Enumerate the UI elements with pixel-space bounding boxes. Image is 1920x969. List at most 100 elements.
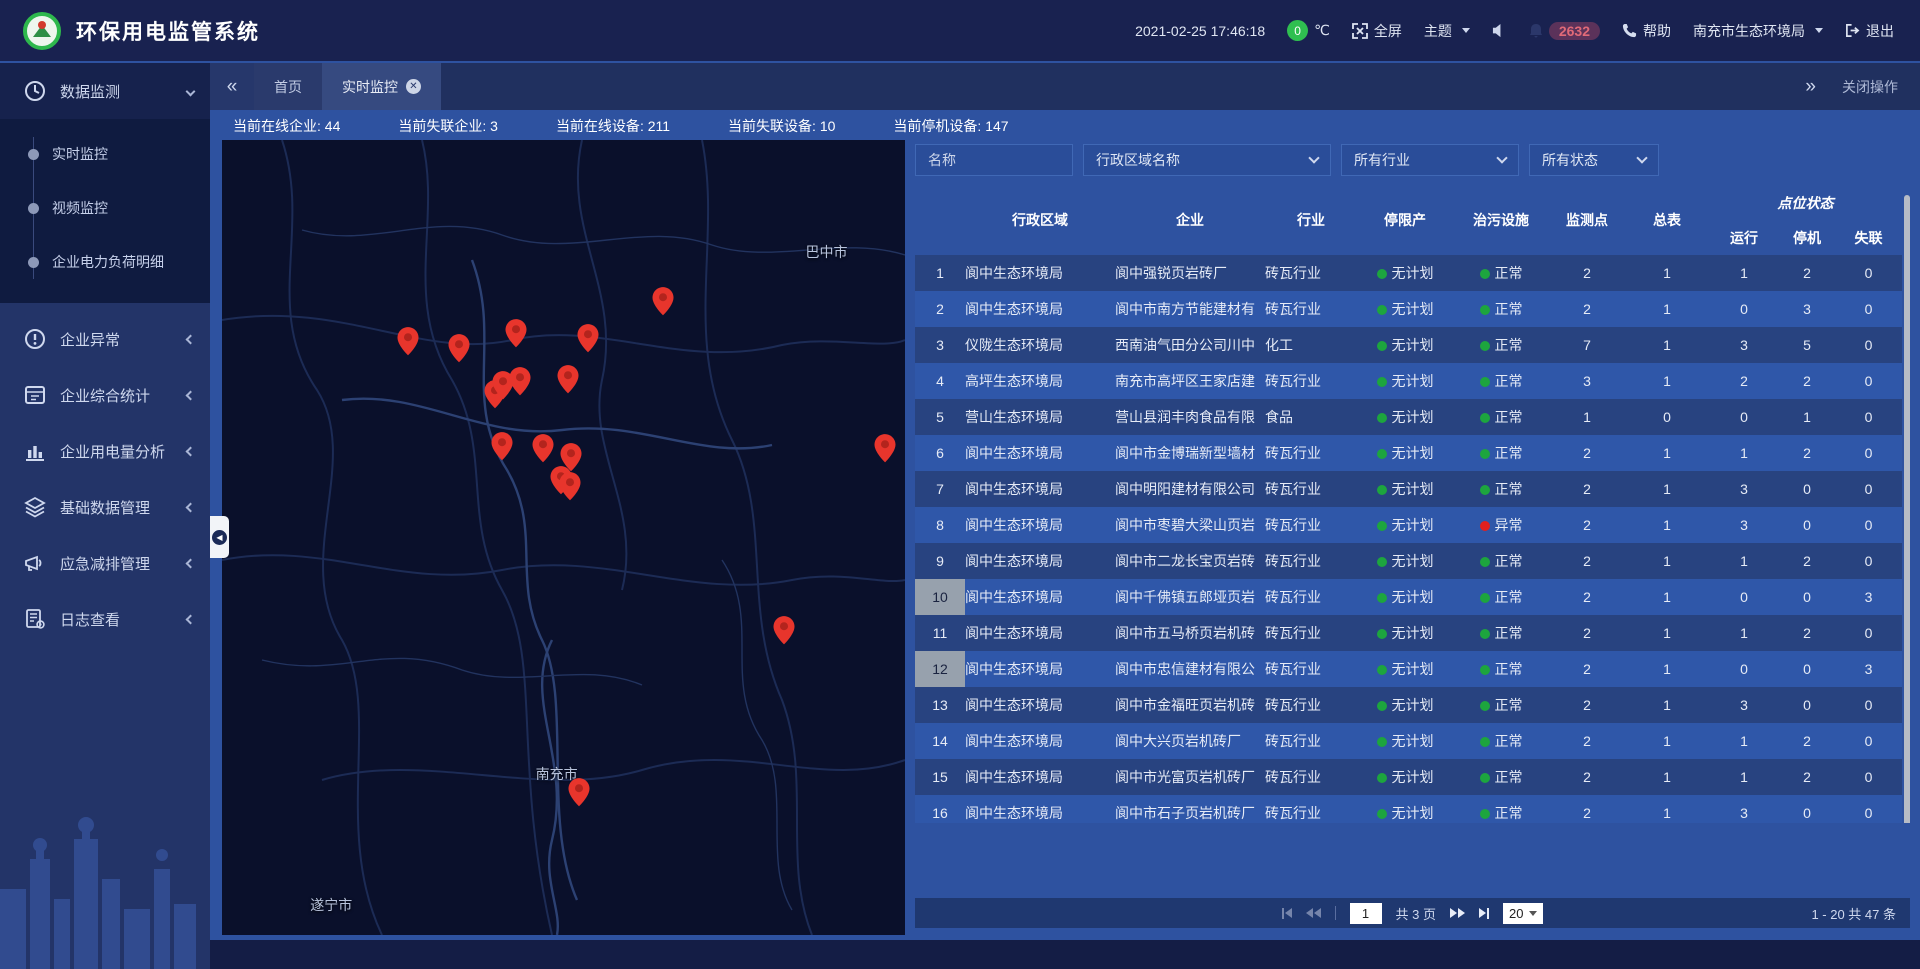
chevron-left-icon — [186, 446, 196, 456]
prev-page-button[interactable] — [1306, 908, 1321, 918]
cell-meter-count: 1 — [1625, 471, 1709, 507]
name-filter-input-box[interactable] — [915, 144, 1073, 176]
sidebar-item-base-data[interactable]: 基础数据管理 — [0, 479, 210, 535]
sidebar-collapse-handle[interactable]: ◀ — [210, 516, 229, 558]
stat-stopped-devices: 当前停机设备: 147 — [893, 116, 1008, 136]
tab-close-icon[interactable]: ✕ — [406, 79, 421, 94]
table-row[interactable]: 5营山生态环境局营山县润丰肉食品有限食品无计划正常10010 — [915, 399, 1902, 435]
company-location-pin[interactable] — [449, 334, 470, 363]
table-row[interactable]: 3仪陇生态环境局西南油气田分公司川中化工无计划正常71350 — [915, 327, 1902, 363]
status-dot-icon — [1480, 809, 1490, 819]
chevron-left-icon — [186, 334, 196, 344]
page-size-select[interactable]: 20 — [1503, 903, 1543, 924]
table-row[interactable]: 6阆中生态环境局阆中市金博瑞新型墙材砖瓦行业无计划正常21120 — [915, 435, 1902, 471]
cell-meter-count: 0 — [1625, 399, 1709, 435]
sidebar-item-enterprise-statistics[interactable]: 企业综合统计 — [0, 367, 210, 423]
cell-company: 阆中强锐页岩砖厂 — [1115, 255, 1265, 291]
sidebar-item-enterprise-abnormal[interactable]: 企业异常 — [0, 311, 210, 367]
org-dropdown[interactable]: 南充市生态环境局 — [1693, 21, 1823, 41]
company-location-pin[interactable] — [509, 367, 530, 396]
company-location-pin[interactable] — [774, 616, 795, 645]
sidebar-item-data-monitoring[interactable]: 数据监测 — [0, 63, 210, 119]
row-index: 13 — [915, 687, 965, 723]
row-index: 3 — [915, 327, 965, 363]
sidebar-item-electricity-analysis[interactable]: 企业用电量分析 — [0, 423, 210, 479]
logout-button[interactable]: 退出 — [1845, 21, 1894, 41]
table-row[interactable]: 2阆中生态环境局阆中市南方节能建材有砖瓦行业无计划正常21030 — [915, 291, 1902, 327]
table-row[interactable]: 8阆中生态环境局阆中市枣碧大梁山页岩砖瓦行业无计划异常21300 — [915, 507, 1902, 543]
notifications[interactable]: 2632 — [1529, 22, 1600, 40]
notification-count-badge: 2632 — [1549, 22, 1600, 40]
tabs-scroll-left-button[interactable]: « — [210, 63, 254, 110]
theme-dropdown[interactable]: 主题 — [1424, 21, 1470, 41]
bar-chart-icon — [24, 440, 46, 462]
sidebar-item-realtime-monitoring[interactable]: 实时监控 — [0, 127, 210, 181]
table-row[interactable]: 10阆中生态环境局阆中千佛镇五郎垭页岩砖瓦行业无计划正常21003 — [915, 579, 1902, 615]
cell-industry: 砖瓦行业 — [1265, 543, 1357, 579]
table-row[interactable]: 12阆中生态环境局阆中市忠信建材有限公砖瓦行业无计划正常21003 — [915, 651, 1902, 687]
chevron-down-icon — [1496, 152, 1507, 163]
company-location-pin[interactable] — [505, 319, 526, 348]
cell-run-count: 3 — [1709, 795, 1779, 823]
table-row[interactable]: 4高坪生态环境局南充市高坪区王家店建砖瓦行业无计划正常31220 — [915, 363, 1902, 399]
tabs-scroll-right-button[interactable]: » — [1805, 76, 1816, 98]
company-location-pin[interactable] — [559, 472, 580, 501]
cell-monitor-count: 3 — [1549, 363, 1625, 399]
sidebar-item-power-load-detail[interactable]: 企业电力负荷明细 — [0, 235, 210, 289]
speaker-icon[interactable] — [1492, 23, 1507, 38]
industry-filter-select[interactable]: 所有行业 — [1341, 144, 1519, 176]
row-index: 5 — [915, 399, 965, 435]
company-location-pin[interactable] — [558, 365, 579, 394]
fullscreen-button[interactable]: 全屏 — [1352, 21, 1402, 41]
cell-region: 营山生态环境局 — [965, 399, 1115, 435]
table-row[interactable]: 13阆中生态环境局阆中市金福旺页岩机砖砖瓦行业无计划正常21300 — [915, 687, 1902, 723]
next-page-button[interactable] — [1450, 908, 1465, 918]
company-location-pin[interactable] — [569, 778, 590, 807]
table-row[interactable]: 11阆中生态环境局阆中市五马桥页岩机砖砖瓦行业无计划正常21120 — [915, 615, 1902, 651]
help-button[interactable]: 帮助 — [1622, 21, 1671, 41]
cell-monitor-count: 2 — [1549, 723, 1625, 759]
close-operations-button[interactable]: 关闭操作 — [1842, 77, 1898, 97]
table-row[interactable]: 7阆中生态环境局阆中明阳建材有限公司砖瓦行业无计划正常21300 — [915, 471, 1902, 507]
table-scrollbar[interactable] — [1904, 195, 1910, 823]
name-filter-input[interactable] — [928, 152, 1060, 168]
main-content: « 首页 实时监控 ✕ » 关闭操作 当前在线企业: 44 当前失联企业: 3 … — [210, 63, 1920, 969]
table-row[interactable]: 14阆中生态环境局阆中大兴页岩机砖厂砖瓦行业无计划正常21120 — [915, 723, 1902, 759]
tab-strip: « 首页 实时监控 ✕ » 关闭操作 — [210, 63, 1920, 110]
company-location-pin[interactable] — [397, 327, 418, 356]
cell-run-count: 0 — [1709, 579, 1779, 615]
cell-industry: 砖瓦行业 — [1265, 471, 1357, 507]
cell-facility: 正常 — [1453, 471, 1549, 507]
tab-realtime-monitoring[interactable]: 实时监控 ✕ — [322, 63, 441, 110]
sidebar-item-emission-reduction[interactable]: 应急减排管理 — [0, 535, 210, 591]
cell-stop-count: 2 — [1779, 435, 1835, 471]
status-filter-select[interactable]: 所有状态 — [1529, 144, 1659, 176]
sidebar-item-video-monitoring[interactable]: 视频监控 — [0, 181, 210, 235]
status-dot-icon — [1377, 665, 1387, 675]
cell-stop-count: 0 — [1779, 687, 1835, 723]
page-number-input[interactable] — [1350, 903, 1382, 924]
cell-stop-count: 2 — [1779, 759, 1835, 795]
company-location-pin[interactable] — [653, 287, 674, 316]
cell-meter-count: 1 — [1625, 507, 1709, 543]
cell-meter-count: 1 — [1625, 327, 1709, 363]
cell-company: 阆中市金福旺页岩机砖 — [1115, 687, 1265, 723]
company-location-pin[interactable] — [578, 324, 599, 353]
tab-home[interactable]: 首页 — [254, 63, 322, 110]
table-row[interactable]: 9阆中生态环境局阆中市二龙长宝页岩砖砖瓦行业无计划正常21120 — [915, 543, 1902, 579]
table-row[interactable]: 16阆中生态环境局阆中市石子页岩机砖厂砖瓦行业无计划正常21300 — [915, 795, 1902, 823]
cell-meter-count: 1 — [1625, 579, 1709, 615]
first-page-button[interactable] — [1282, 908, 1292, 919]
last-page-button[interactable] — [1479, 908, 1489, 919]
sidebar-item-log-view[interactable]: 日志查看 — [0, 591, 210, 647]
map-panel[interactable]: 巴中市南充市遂宁市 — [222, 140, 905, 935]
company-location-pin[interactable] — [874, 434, 895, 463]
cell-lost-count: 3 — [1835, 579, 1902, 615]
cell-region: 阆中生态环境局 — [965, 795, 1115, 823]
table-row[interactable]: 1阆中生态环境局阆中强锐页岩砖厂砖瓦行业无计划正常21120 — [915, 255, 1902, 291]
company-location-pin[interactable] — [492, 432, 513, 461]
region-filter-select[interactable]: 行政区域名称 — [1083, 144, 1331, 176]
company-location-pin[interactable] — [533, 434, 554, 463]
cell-limit: 无计划 — [1357, 687, 1453, 723]
table-row[interactable]: 15阆中生态环境局阆中市光富页岩机砖厂砖瓦行业无计划正常21120 — [915, 759, 1902, 795]
